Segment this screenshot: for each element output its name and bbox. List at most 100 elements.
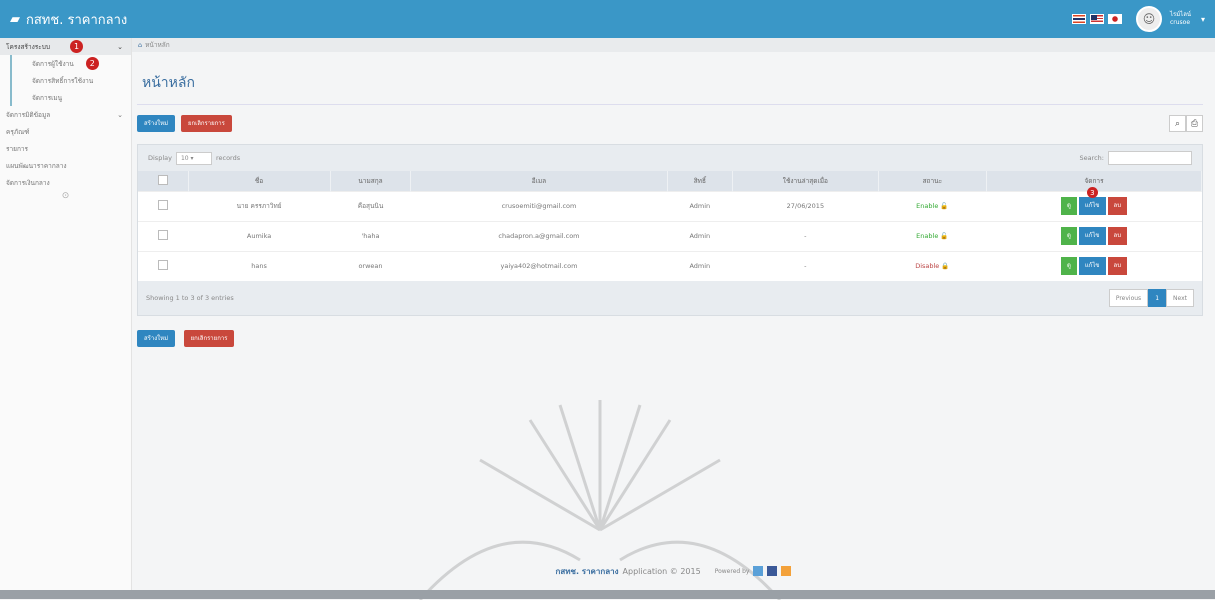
footer-brand: กสทช. ราคากลาง bbox=[555, 566, 619, 576]
status-badge: Enable bbox=[916, 202, 939, 210]
sidebar-item-permissions[interactable]: จัดการสิทธิ์การใช้งาน bbox=[10, 72, 131, 89]
cell-last-login: 27/06/2015 bbox=[732, 190, 879, 221]
row-checkbox[interactable] bbox=[158, 260, 168, 271]
sidebar-item-structure[interactable]: โครงสร้างระบบ 1 ⌄ bbox=[0, 38, 131, 55]
chevron-down-icon[interactable]: ▾ bbox=[1201, 15, 1205, 24]
cell-role: Admin bbox=[667, 220, 733, 251]
sidebar-item-plan[interactable]: แผนพัฒนาราคากลาง bbox=[0, 157, 131, 174]
rss-icon[interactable] bbox=[781, 566, 792, 576]
sidebar-item-list[interactable]: รายการ bbox=[0, 140, 131, 157]
cancel-button[interactable]: ยกเลิกรายการ bbox=[181, 115, 232, 132]
pagination: Previous 1 Next bbox=[1108, 289, 1194, 307]
cell-surname: คือสุนนิน bbox=[330, 190, 411, 221]
cell-email: yaiya402@hotmail.com bbox=[410, 250, 668, 281]
sidebar-item-label: แผนพัฒนาราคากลาง bbox=[6, 161, 67, 170]
row-checkbox[interactable] bbox=[158, 230, 168, 240]
delete-button[interactable]: ลบ bbox=[1107, 197, 1128, 215]
edit-button[interactable]: แก้ไข bbox=[1078, 227, 1106, 245]
sidebar-item-menus[interactable]: จัดการเมนู bbox=[10, 89, 131, 106]
collapse-sidebar-icon[interactable]: ⊙ bbox=[0, 191, 131, 201]
footer-powered: Powered by bbox=[714, 567, 750, 575]
cell-name: นาย ครรภาวิทย์ bbox=[188, 190, 331, 221]
footer: กสทช. ราคากลาง Application © 2015 Powere… bbox=[132, 560, 1215, 582]
page-size-select[interactable]: 10 ▾ bbox=[175, 151, 212, 165]
facebook-icon[interactable] bbox=[767, 566, 778, 576]
step-badge: 2 bbox=[85, 57, 99, 70]
column-header[interactable]: ชื่อ bbox=[188, 171, 331, 191]
page-1-button[interactable]: 1 bbox=[1148, 289, 1167, 307]
view-button[interactable]: ดู bbox=[1060, 257, 1077, 276]
entries-info: Showing 1 to 3 of 3 entries bbox=[146, 294, 234, 302]
records-label: records bbox=[215, 154, 241, 162]
delete-button[interactable]: ลบ bbox=[1107, 257, 1128, 276]
column-header[interactable]: นามสกุล bbox=[330, 171, 412, 191]
delete-button[interactable]: ลบ bbox=[1107, 227, 1128, 245]
edit-button[interactable]: แก้ไข bbox=[1078, 257, 1106, 276]
brand[interactable]: ▰ กสทช. ราคากลาง bbox=[10, 9, 127, 30]
bottom-scrollbar[interactable] bbox=[0, 590, 1215, 599]
next-page-button[interactable]: Next bbox=[1166, 289, 1194, 307]
cell-role: Admin bbox=[667, 250, 733, 281]
cancel-button-bottom[interactable]: ยกเลิกรายการ bbox=[183, 330, 235, 347]
edit-button[interactable]: แก้ไข 3 bbox=[1078, 187, 1106, 215]
cell-last-login: - bbox=[732, 220, 879, 251]
sidebar-item-funds[interactable]: จัดการเงินกลาง bbox=[0, 174, 131, 191]
japan-flag-icon[interactable] bbox=[1107, 14, 1122, 24]
lock-icon: 🔒 bbox=[941, 262, 950, 271]
sidebar-item-label: จัดการสิทธิ์การใช้งาน bbox=[32, 76, 94, 85]
brand-icon: ▰ bbox=[10, 11, 20, 27]
home-icon[interactable]: ⌂ bbox=[138, 41, 142, 49]
previous-page-button[interactable]: Previous bbox=[1108, 289, 1149, 307]
data-table-panel: Display 10 ▾ records Search: ชื่อ นามสกุ… bbox=[137, 144, 1203, 316]
user-menu[interactable]: ไรม์ไลน์ crusoe bbox=[1170, 11, 1191, 27]
breadcrumb-home[interactable]: หน้าหลัก bbox=[145, 40, 170, 50]
sidebar-item-users[interactable]: จัดการผู้ใช้งาน 2 bbox=[10, 55, 131, 72]
us-flag-icon[interactable] bbox=[1089, 14, 1104, 24]
column-header[interactable]: สถานะ bbox=[878, 171, 988, 191]
print-icon[interactable]: ⎙ bbox=[1186, 115, 1203, 132]
search-label: Search: bbox=[1079, 154, 1104, 162]
unlock-icon: 🔓 bbox=[940, 202, 949, 210]
create-button[interactable]: สร้างใหม่ bbox=[137, 115, 176, 132]
app-title: กสทช. ราคากลาง bbox=[26, 12, 128, 28]
chevron-down-icon: ⌄ bbox=[117, 110, 123, 119]
create-button-bottom[interactable]: สร้างใหม่ bbox=[137, 330, 176, 347]
cell-role: Admin bbox=[667, 190, 733, 221]
table-row: Aumika 'haha chadapron.a@gmail.com Admin… bbox=[138, 220, 1202, 251]
column-header[interactable]: ใช้งานล่าสุดเมื่อ bbox=[732, 171, 879, 191]
cell-name: hans bbox=[188, 250, 331, 281]
sidebar-item-assets[interactable]: ครุภัณฑ์ bbox=[0, 123, 131, 140]
search-input[interactable] bbox=[1108, 151, 1192, 165]
divider bbox=[137, 104, 1203, 105]
sidebar-item-dimensions[interactable]: จัดการมิติข้อมูล ⌄ bbox=[0, 106, 131, 123]
user-id: crusoe bbox=[1169, 19, 1191, 26]
display-label: Display bbox=[148, 154, 172, 162]
status-badge: Disable bbox=[915, 262, 940, 271]
page-size-value: 10 bbox=[180, 154, 189, 162]
sidebar: โครงสร้างระบบ 1 ⌄ จัดการผู้ใช้งาน 2 จัดก… bbox=[0, 38, 132, 599]
table-row: hans orwean yaiya402@hotmail.com Admin -… bbox=[138, 250, 1202, 281]
status-badge: Enable bbox=[916, 232, 939, 240]
sidebar-item-label: ครุภัณฑ์ bbox=[6, 127, 30, 136]
search-icon[interactable]: ⌕ bbox=[1169, 115, 1186, 132]
step-badge: 1 bbox=[70, 40, 84, 53]
view-button[interactable]: ดู bbox=[1060, 197, 1077, 215]
avatar[interactable]: ☺ bbox=[1135, 6, 1162, 32]
main-content: หน้าหลัก สร้างใหม่ ยกเลิกรายการ ⌕ ⎙ Disp… bbox=[137, 52, 1203, 347]
row-checkbox[interactable] bbox=[158, 200, 168, 210]
cell-email: chadapron.a@gmail.com bbox=[410, 220, 668, 251]
step-badge: 3 bbox=[1086, 187, 1098, 198]
page-title: หน้าหลัก bbox=[142, 75, 195, 91]
edit-button-label: แก้ไข bbox=[1084, 202, 1100, 209]
twitter-icon[interactable] bbox=[753, 566, 764, 576]
sidebar-item-label: จัดการมิติข้อมูล bbox=[6, 110, 51, 119]
user-name: ไรม์ไลน์ bbox=[1169, 11, 1191, 18]
cell-surname: 'haha bbox=[330, 220, 411, 251]
table-row: นาย ครรภาวิทย์ คือสุนนิน crusoemiti@gmai… bbox=[138, 187, 1202, 221]
column-header[interactable]: สิทธิ์ bbox=[667, 171, 734, 191]
thai-flag-icon[interactable] bbox=[1071, 14, 1086, 24]
cell-status: Enable 🔓 bbox=[878, 220, 987, 251]
column-header[interactable]: อีเมล bbox=[410, 171, 668, 191]
select-all-checkbox[interactable] bbox=[157, 174, 168, 185]
view-button[interactable]: ดู bbox=[1060, 227, 1077, 245]
